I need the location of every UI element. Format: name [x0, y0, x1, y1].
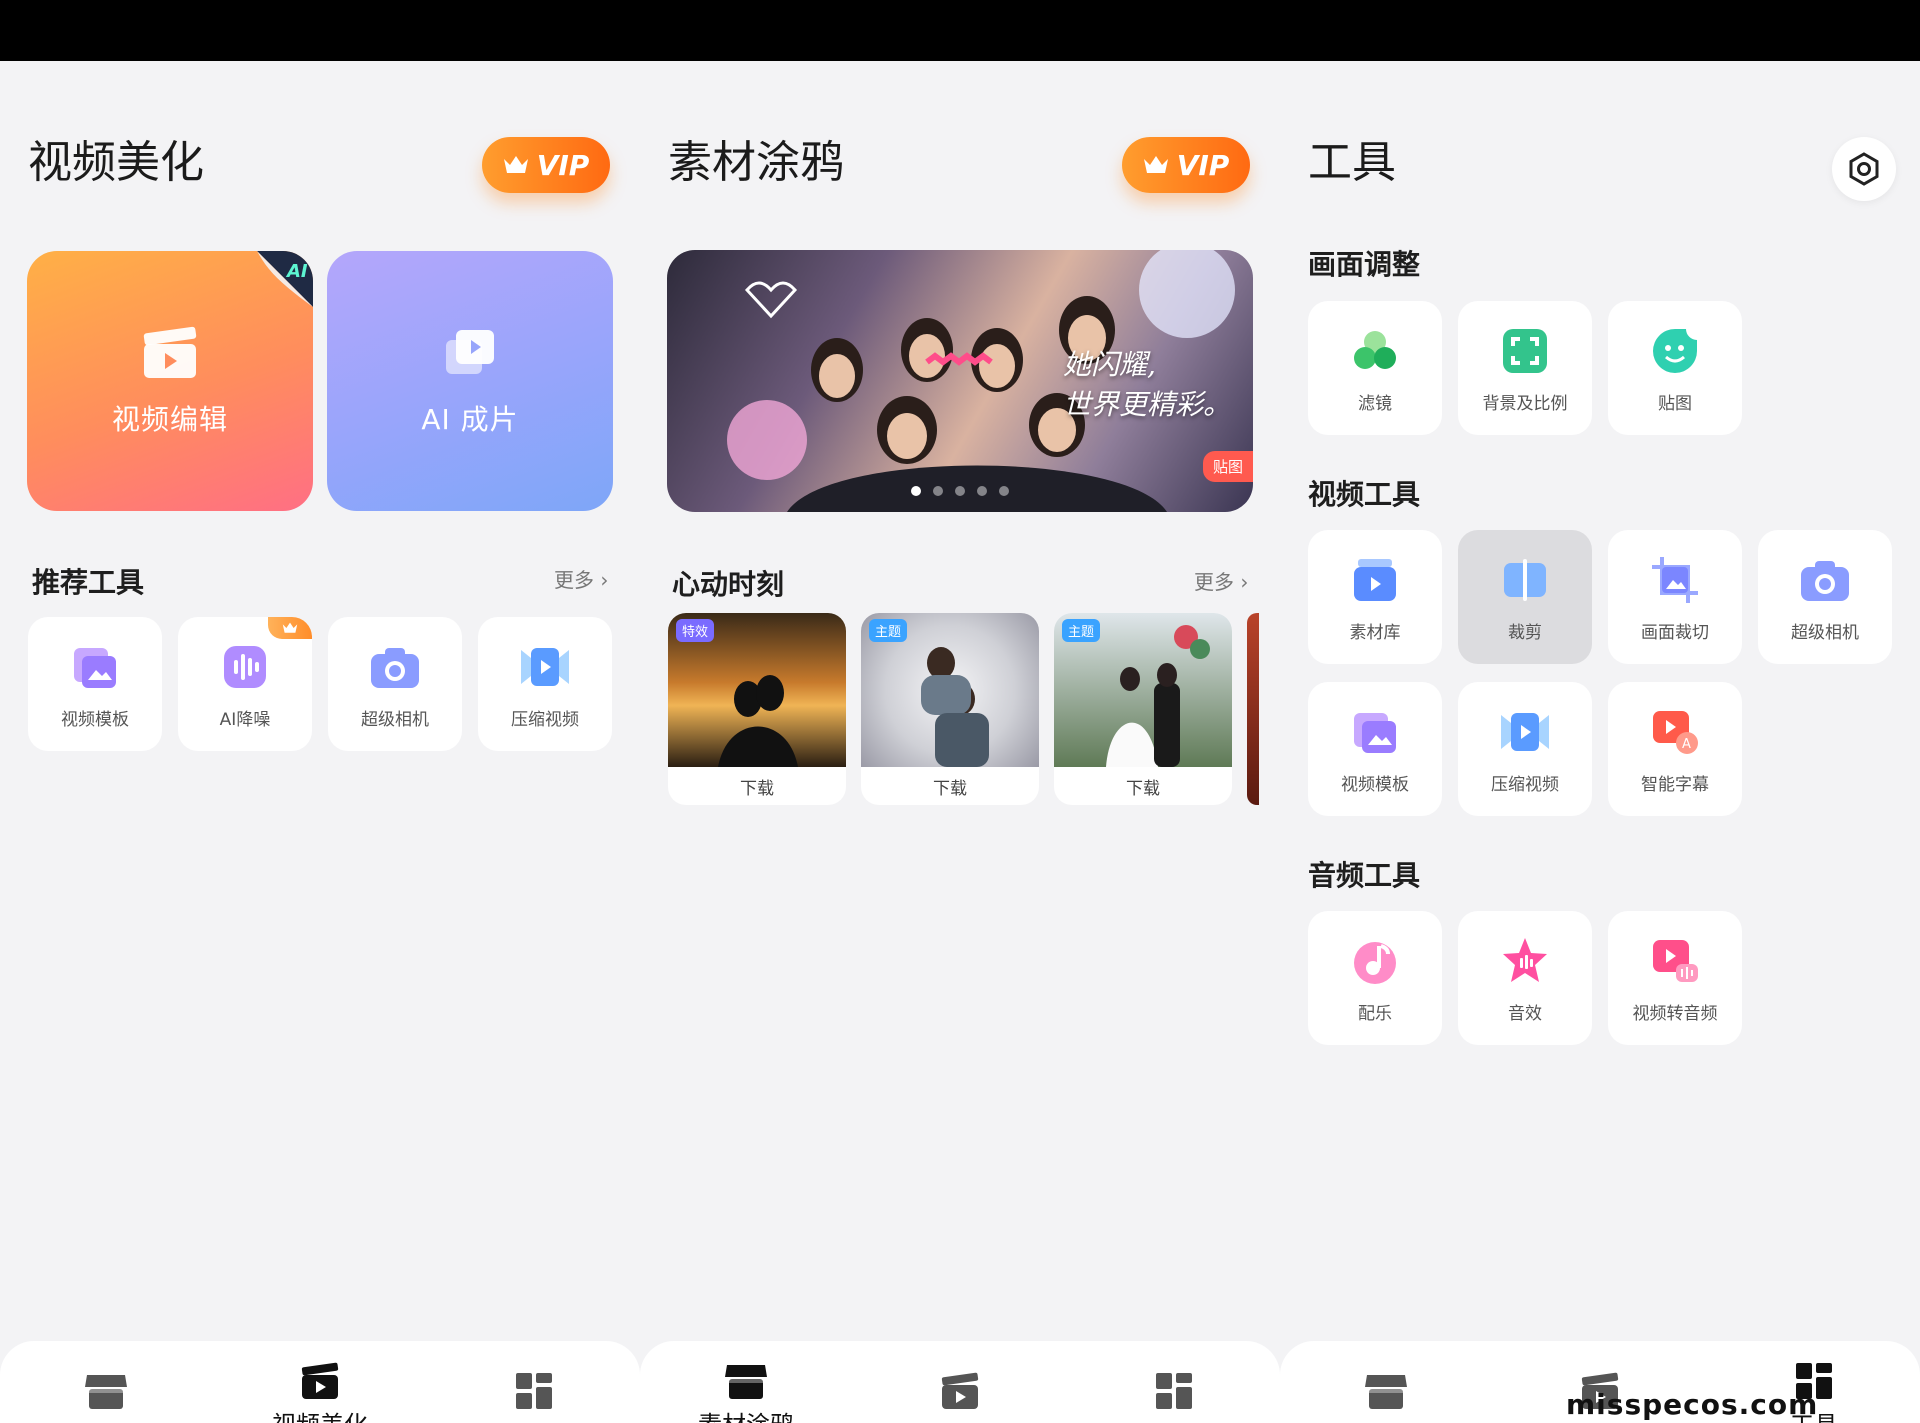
download-button[interactable]: 下载: [668, 767, 846, 805]
subtitle-icon: A: [1653, 711, 1698, 754]
nav-store[interactable]: [1316, 1371, 1456, 1423]
settings-button[interactable]: [1832, 137, 1896, 201]
promo-banner[interactable]: 她闪耀, 世界更精彩。 贴图: [667, 250, 1253, 512]
gear-icon: [1849, 152, 1879, 186]
tool-filter[interactable]: 滤镜: [1308, 301, 1442, 435]
crown-icon: [282, 622, 298, 633]
tool-compress-video[interactable]: 压缩视频: [478, 617, 612, 751]
panel-tools: 工具 画面调整 滤镜 背景及比例 贴图 视频工具 素材库 裁剪 画面裁切 超级相…: [1280, 61, 1920, 1423]
video-edit-label: 视频编辑: [111, 403, 228, 436]
download-button[interactable]: 下载: [1054, 767, 1232, 805]
tool-super-camera[interactable]: 超级相机: [328, 617, 462, 751]
tool-background-ratio[interactable]: 背景及比例: [1458, 301, 1592, 435]
tool-sticker[interactable]: 贴图: [1608, 301, 1742, 435]
tool-smart-subtitle[interactable]: A 智能字幕: [1608, 682, 1742, 816]
section-title-moments: 心动时刻: [672, 568, 785, 601]
tool-trim[interactable]: 裁剪: [1458, 530, 1592, 664]
svg-text:AI: AI: [285, 261, 308, 282]
svg-text:A: A: [1682, 737, 1691, 752]
nav-tools[interactable]: [464, 1371, 604, 1423]
tool-sound-effect[interactable]: 音效: [1458, 911, 1592, 1045]
vip-label: VIP: [1176, 148, 1230, 182]
vip-button[interactable]: VIP: [482, 137, 610, 193]
more-link[interactable]: 更多 ›: [554, 564, 608, 593]
music-note-icon: [1354, 942, 1396, 984]
tool-video-to-audio[interactable]: 视频转音频: [1608, 911, 1742, 1045]
bottom-nav: 素材涂鸦: [640, 1341, 1280, 1423]
video-to-audio-icon: [1653, 940, 1698, 982]
page-title: 素材涂鸦: [668, 137, 844, 188]
panel-material-doodle: 素材涂鸦 VIP 她闪耀, 世界更精彩。 贴图 心动时刻 更多 › 特效 下载 …: [640, 61, 1280, 1423]
tool-super-camera[interactable]: 超级相机: [1758, 530, 1892, 664]
ai-corner-badge: AI: [257, 251, 313, 307]
canvas-crop-icon: [1652, 557, 1698, 603]
status-bar: [0, 0, 1920, 61]
clapperboard-icon: [941, 1372, 979, 1409]
bottom-nav: 视频美化: [0, 1341, 640, 1423]
section-title-recommended: 推荐工具: [32, 566, 145, 599]
compress-video-icon: [521, 648, 569, 686]
section-title-picture: 画面调整: [1308, 248, 1421, 281]
sticker-smile-icon: [1653, 329, 1697, 373]
frame-ratio-icon: [1503, 329, 1547, 373]
video-template-icon: [1354, 713, 1396, 753]
crown-icon: [503, 156, 528, 173]
nav-store[interactable]: 素材涂鸦: [676, 1361, 816, 1423]
nav-tools[interactable]: [1104, 1371, 1244, 1423]
ai-film-label: AI 成片: [421, 403, 519, 436]
moment-image: 特效: [668, 613, 846, 767]
video-template-icon: [74, 648, 116, 688]
store-icon: [85, 1375, 127, 1409]
moment-card-2[interactable]: 主题 下载: [861, 613, 1039, 805]
material-library-icon: [1354, 559, 1396, 601]
camera-icon: [1801, 561, 1849, 601]
store-icon: [1365, 1375, 1407, 1409]
page-title: 视频美化: [28, 137, 204, 188]
watermark: misspecos.com: [1566, 1388, 1819, 1421]
carousel-dots: [667, 486, 1253, 496]
audio-wave-icon: [224, 646, 266, 688]
tool-music[interactable]: 配乐: [1308, 911, 1442, 1045]
grid-icon: [516, 1373, 552, 1409]
video-edit-card[interactable]: AI 视频编辑: [27, 251, 313, 511]
moment-card-peek: [1247, 613, 1259, 805]
store-icon: [725, 1365, 767, 1399]
moment-image: 主题: [1054, 613, 1232, 767]
vip-button[interactable]: VIP: [1122, 137, 1250, 193]
nav-video-beautify[interactable]: [890, 1371, 1030, 1423]
moment-card-1[interactable]: 特效 下载: [668, 613, 846, 805]
page-title: 工具: [1308, 137, 1396, 188]
tool-material-library[interactable]: 素材库: [1308, 530, 1442, 664]
tool-video-template[interactable]: 视频模板: [28, 617, 162, 751]
trim-icon: [1504, 559, 1546, 601]
section-title-audio: 音频工具: [1308, 859, 1421, 892]
nav-store[interactable]: [36, 1371, 176, 1423]
banner-slogan: 她闪耀, 世界更精彩。: [1062, 348, 1231, 421]
tool-ai-denoise[interactable]: AI降噪: [178, 617, 312, 751]
grid-icon: [1156, 1373, 1192, 1409]
clapperboard-icon: [301, 1362, 339, 1399]
vip-label: VIP: [536, 148, 590, 182]
tool-canvas-crop[interactable]: 画面裁切: [1608, 530, 1742, 664]
tool-compress-video[interactable]: 压缩视频: [1458, 682, 1592, 816]
moment-card-3[interactable]: 主题 下载: [1054, 613, 1232, 805]
sound-effect-star-icon: [1503, 938, 1547, 982]
moment-image: 主题: [861, 613, 1039, 767]
panel-video-beautify: 视频美化 VIP AI 视频编辑 AI 成片 推荐工具 更多 › 视频模板 AI…: [0, 61, 640, 1423]
section-title-video: 视频工具: [1308, 478, 1421, 511]
more-link[interactable]: 更多 ›: [1194, 566, 1248, 595]
camera-icon: [371, 648, 419, 688]
compress-video-icon: [1501, 713, 1549, 751]
ai-film-icon: [446, 330, 494, 374]
filter-icon: [1354, 331, 1396, 369]
ai-film-card[interactable]: AI 成片: [327, 251, 613, 511]
crown-icon: [1143, 156, 1168, 173]
banner-tag: 贴图: [1202, 451, 1253, 482]
crown-badge: [268, 617, 312, 639]
download-button[interactable]: 下载: [861, 767, 1039, 805]
nav-video-beautify[interactable]: 视频美化: [250, 1361, 390, 1423]
tool-video-template[interactable]: 视频模板: [1308, 682, 1442, 816]
clapperboard-icon: [143, 326, 197, 378]
